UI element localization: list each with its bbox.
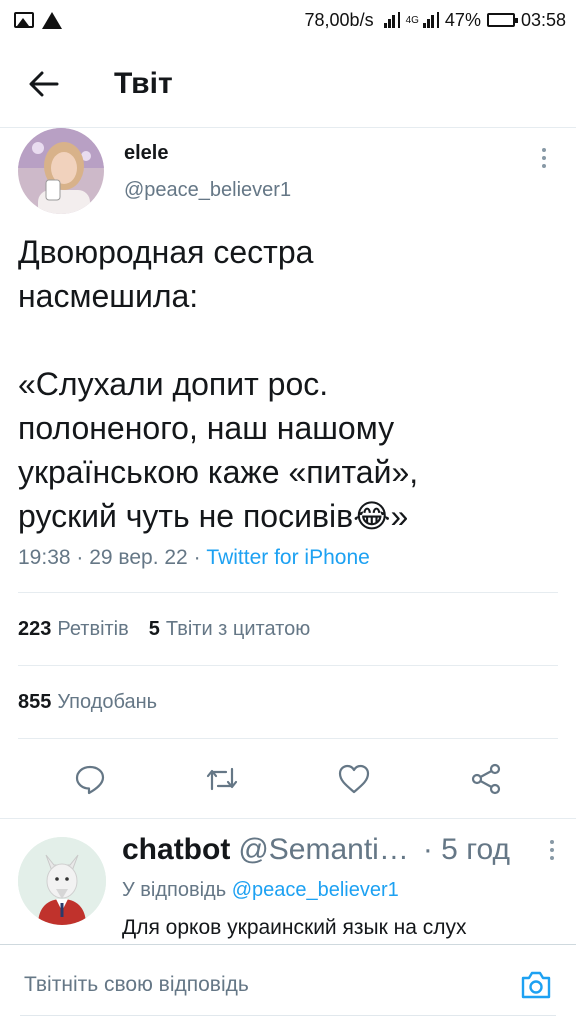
reply-composer: Твітніть свою відповідь <box>0 944 576 1024</box>
retweet-arrows-icon <box>206 767 238 791</box>
reply-header: chatbot @Semanti… · 5 год <box>122 833 558 867</box>
reply-author-name[interactable]: chatbot <box>122 833 230 867</box>
reply-avatar[interactable] <box>18 837 106 925</box>
likes-label: Уподобань <box>57 690 158 713</box>
stats-row-retweets: 223 Ретвітів 5 Твіти з цитатою <box>18 593 558 665</box>
quotes-count: 5 <box>148 617 160 640</box>
network-speed: 78,00b/s <box>304 9 374 30</box>
camera-button[interactable] <box>516 965 556 1005</box>
image-notification-icon <box>14 12 34 28</box>
retweets-label: Ретвітів <box>57 617 129 640</box>
stats-row-likes: 855 Уподобань <box>18 666 558 738</box>
composer-underline <box>20 1015 556 1016</box>
camera-icon <box>521 971 551 998</box>
reply-text: Для орков украинский язык на слух <box>122 916 467 939</box>
tweet-date: 29 вер. 22 <box>89 546 188 569</box>
reply-avatar-image <box>18 837 106 925</box>
tweet-source-link[interactable]: Twitter for iPhone <box>206 546 369 569</box>
warning-icon <box>42 11 62 29</box>
reply-author-handle[interactable]: @Semanti… <box>238 833 409 867</box>
quotes-stat[interactable]: 5 Твіти з цитатою <box>149 618 310 641</box>
reply-time-value: 5 год <box>441 833 511 866</box>
app-header: Твіт <box>0 40 576 128</box>
vertical-dots-icon <box>550 840 554 844</box>
avatar-photo <box>18 128 104 214</box>
retweet-button[interactable] <box>200 757 244 801</box>
status-time: 03:58 <box>520 9 566 30</box>
meta-separator: · <box>193 546 207 569</box>
quotes-label: Твіти з цитатою <box>165 617 311 640</box>
meta-separator: · <box>76 546 90 569</box>
avatar[interactable] <box>18 128 104 214</box>
reply-time: · 5 год <box>422 833 511 866</box>
author-name[interactable]: elele <box>124 142 291 165</box>
tweet-actions <box>18 739 558 819</box>
retweets-stat[interactable]: 223 Ретвітів <box>18 618 129 641</box>
network-type: 4G <box>405 14 419 26</box>
page-title: Твіт <box>114 66 173 100</box>
share-button[interactable] <box>464 757 508 801</box>
battery-percent: 47% <box>444 9 481 30</box>
retweets-count: 223 <box>18 617 52 640</box>
tweet-meta: 19:38 · 29 вер. 22 · Twitter for iPhone <box>18 546 558 570</box>
heart-icon <box>338 764 370 794</box>
tweet-author-row: elele @peace_believer1 <box>18 128 558 218</box>
tweet-time: 19:38 <box>18 546 71 569</box>
vertical-dots-icon <box>542 148 546 152</box>
likes-stat[interactable]: 855 Уподобань <box>18 691 157 714</box>
battery-icon <box>486 13 518 27</box>
reply-context: У відповідь @peace_believer1 <box>122 879 558 902</box>
reply-input[interactable]: Твітніть свою відповідь <box>24 973 516 997</box>
wifi-signal-icon <box>383 12 400 28</box>
cell-signal-icon <box>422 12 439 28</box>
reply-tweet[interactable]: chatbot @Semanti… · 5 год У відповідь @p… <box>0 818 576 944</box>
status-bar: 78,00b/s 4G 47% 03:58 <box>0 0 576 40</box>
back-button[interactable] <box>14 54 74 114</box>
arrow-left-icon <box>29 71 59 96</box>
like-button[interactable] <box>332 757 376 801</box>
reply-more-button[interactable] <box>550 840 554 860</box>
reply-to-label: У відповідь <box>122 879 227 901</box>
speech-bubble-icon <box>75 765 105 795</box>
reply-button[interactable] <box>68 757 112 801</box>
share-nodes-icon <box>471 763 501 795</box>
tweet-text: Двоюродная сестра насмешила: «Слухали до… <box>18 234 419 534</box>
reply-to-mention[interactable]: @peace_believer1 <box>232 879 399 901</box>
tweet-detail: elele @peace_believer1 Двоюродная сестра… <box>0 128 576 819</box>
author-handle[interactable]: @peace_believer1 <box>124 179 291 202</box>
likes-count: 855 <box>18 690 52 713</box>
tweet-more-button[interactable] <box>538 148 550 168</box>
